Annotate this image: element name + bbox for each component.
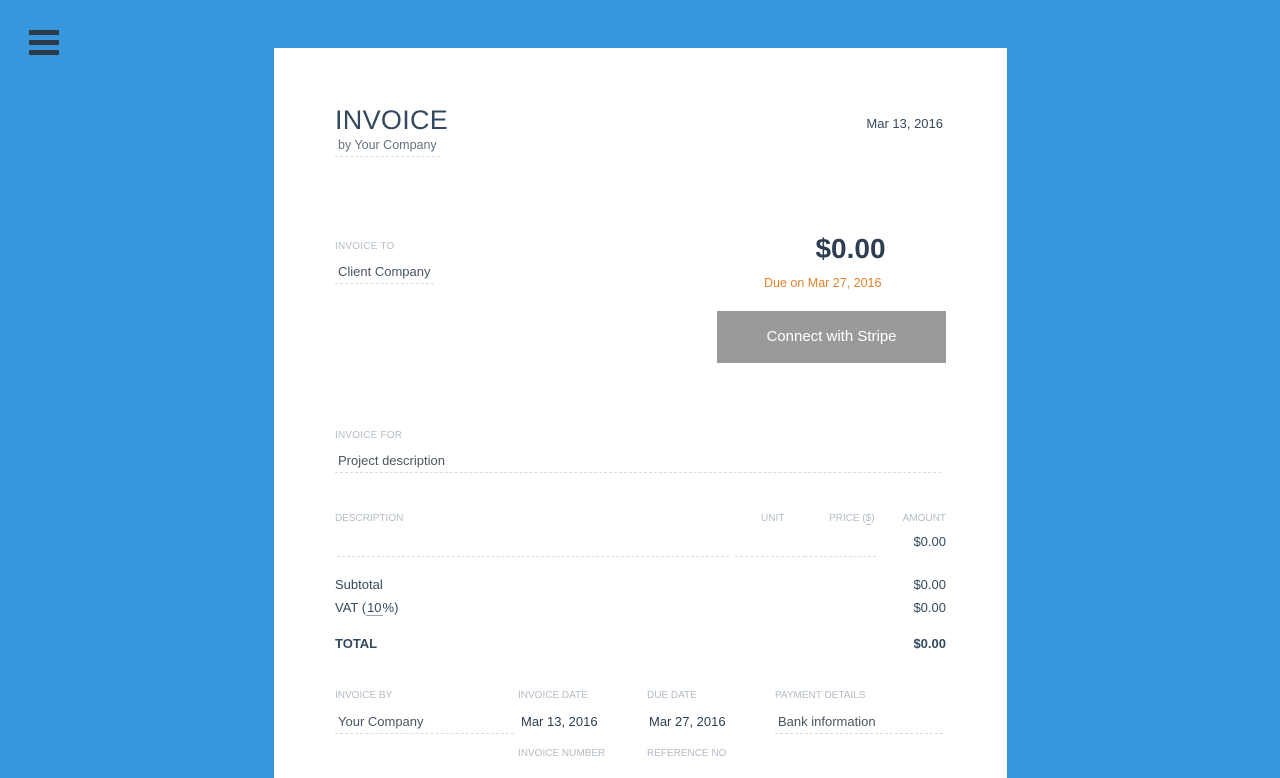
vat-suffix: %) [382,600,399,615]
due-date-label: DUE DATE [647,690,697,701]
description-column-header: DESCRIPTION [335,513,404,524]
unit-column-header: UNIT [761,513,785,524]
reference-no-label: REFERENCE NO [647,748,727,759]
invoice-by-field[interactable]: Your Company [335,714,514,734]
menu-bar [29,50,59,55]
total-value: $0.00 [913,636,946,651]
company-subtitle-field[interactable]: by Your Company [335,138,440,157]
price-column-header: PRICE ($) [829,513,875,525]
invoice-date-field[interactable]: Mar 13, 2016 [521,714,598,729]
vat-rate-field[interactable]: 10 [366,600,383,616]
amount-column-header: AMOUNT [902,513,946,524]
menu-bar [29,40,59,45]
invoice-to-label: INVOICE TO [335,241,395,252]
project-description-field[interactable]: Project description [335,453,941,473]
invoice-date-label: INVOICE DATE [518,690,588,701]
item-amount: $0.00 [913,534,946,549]
due-line: Due on Mar 27, 2016 [764,276,881,290]
due-date: Mar 27, 2016 [807,276,882,290]
item-description-input[interactable] [337,542,729,557]
invoice-number-label: INVOICE NUMBER [518,748,606,759]
invoice-date-header[interactable]: Mar 13, 2016 [866,116,943,131]
total-label: TOTAL [335,636,378,651]
price-suffix: ) [871,513,875,524]
item-unit-input[interactable] [735,542,805,557]
invoice-for-label: INVOICE FOR [335,430,403,441]
subtotal-label: Subtotal [335,577,383,592]
invoice-paper: INVOICE by Your Company Mar 13, 2016 INV… [274,48,1007,778]
vat-value: $0.00 [913,600,946,615]
item-price-input[interactable] [805,542,876,557]
price-prefix: PRICE ( [829,513,866,524]
invoice-by-label: INVOICE BY [335,690,393,701]
client-company-field[interactable]: Client Company [335,264,434,284]
payment-details-field[interactable]: Bank information [775,714,943,734]
menu-bar [29,30,59,35]
due-prefix: Due on [764,276,805,290]
subtotal-value: $0.00 [913,577,946,592]
amount-due: $0.00 [815,233,886,264]
vat-label: VAT (10%) [335,600,399,616]
invoice-title: INVOICE [335,105,449,135]
hamburger-menu-icon[interactable] [29,30,59,56]
vat-prefix: VAT ( [335,600,367,615]
connect-with-stripe-button[interactable]: Connect with Stripe [717,311,946,363]
payment-details-label: PAYMENT DETAILS [775,690,866,701]
due-date-field[interactable]: Mar 27, 2016 [649,714,726,729]
